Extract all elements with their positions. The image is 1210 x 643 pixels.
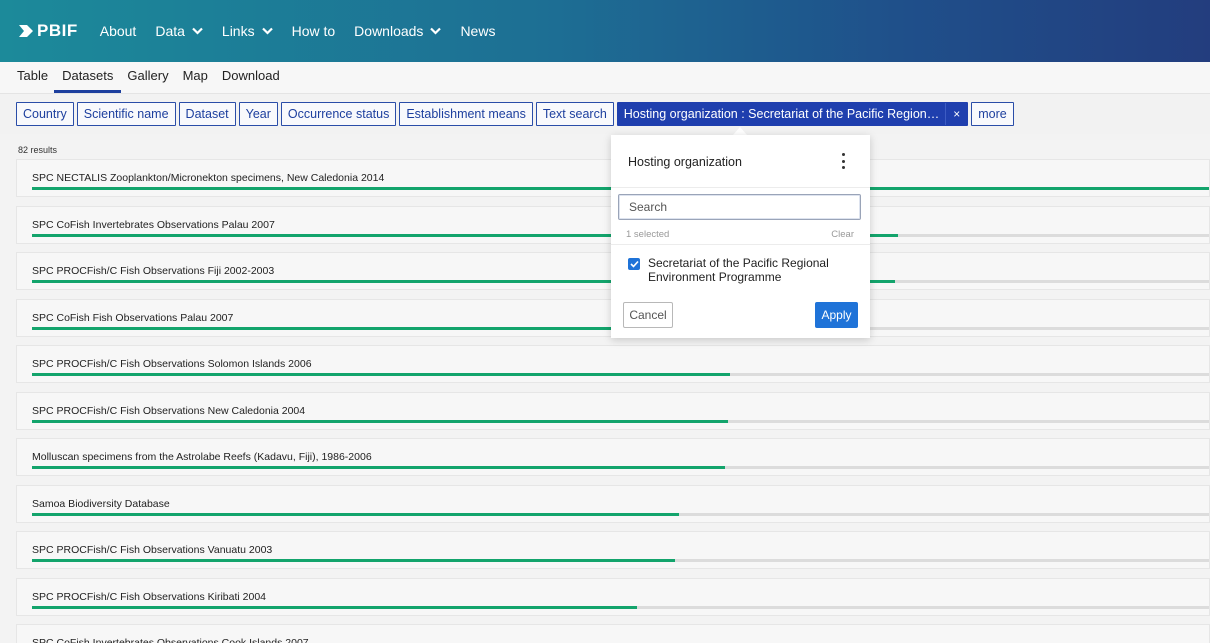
popover-pointer [733, 127, 747, 135]
option-secretariat-pacific[interactable]: Secretariat of the Pacific Regional Envi… [628, 256, 838, 284]
results-count: 82 results [18, 145, 58, 155]
search-input[interactable] [618, 194, 861, 220]
divider [611, 244, 870, 245]
apply-button[interactable]: Apply [815, 302, 858, 328]
dataset-title[interactable]: SPC CoFish Invertebrates Observations Co… [32, 637, 309, 643]
filter-chip-country[interactable]: Country [16, 102, 74, 126]
filter-chip-dataset[interactable]: Dataset [178, 102, 236, 126]
logo-chevron-icon [19, 25, 33, 37]
kebab-menu-icon[interactable] [840, 153, 846, 169]
list-item[interactable]: SPC CoFish Invertebrates Observations Co… [16, 624, 1210, 643]
nav-item-news[interactable]: News [460, 23, 495, 39]
dataset-title[interactable]: SPC PROCFish/C Fish Observations Vanuatu… [32, 544, 272, 556]
dataset-title[interactable]: Samoa Biodiversity Database [32, 498, 170, 510]
record-count-bar [32, 512, 1209, 516]
nav-item-label: Downloads [354, 23, 424, 39]
selected-count: 1 selected [626, 229, 670, 240]
filter-chip-scientific-name[interactable]: Scientific name [76, 102, 176, 126]
record-count-bar-fill [32, 466, 726, 469]
filter-bar: Country Scientific name Dataset Year Occurre… [0, 94, 1210, 134]
nav-item-label: How to [291, 23, 336, 39]
checkbox-checked-icon[interactable] [628, 258, 640, 270]
dataset-title[interactable]: SPC PROCFish/C Fish Observations Fiji 20… [32, 265, 274, 277]
nav-item-label: Data [155, 23, 185, 39]
nav-item-about[interactable]: About [100, 23, 137, 39]
top-nav-bar: PBIF About Data Links How to Downloads News [0, 0, 1210, 62]
chevron-down-icon [261, 27, 273, 35]
dataset-title[interactable]: SPC CoFish Invertebrates Observations Pa… [32, 219, 275, 231]
divider [611, 187, 870, 188]
record-count-bar [32, 466, 1209, 469]
tab-map[interactable]: Map [183, 68, 208, 93]
list-item[interactable]: Samoa Biodiversity Database [16, 484, 1210, 523]
view-tabs: Table Datasets Gallery Map Download [0, 62, 1210, 94]
list-item[interactable]: SPC PROCFish/C Fish Observations Kiribat… [16, 577, 1210, 616]
list-item[interactable]: Molluscan specimens from the Astrolabe R… [16, 438, 1210, 476]
popover-title: Hosting organization [628, 155, 742, 169]
nav-item-links[interactable]: Links [222, 23, 273, 39]
record-count-bar [32, 605, 1209, 609]
nav-item-downloads[interactable]: Downloads [354, 23, 442, 39]
record-count-bar-fill [32, 419, 728, 423]
filter-chip-occurrence-status[interactable]: Occurrence status [280, 102, 397, 126]
cancel-button[interactable]: Cancel [623, 302, 673, 328]
nav-item-how-to[interactable]: How to [292, 23, 336, 39]
dataset-title[interactable]: SPC PROCFish/C Fish Observations New Cal… [32, 405, 305, 417]
record-count-bar [32, 373, 1209, 376]
nav-item-label: Links [221, 23, 255, 39]
nav-item-label: News [460, 23, 496, 39]
filter-chip-hosting-organization[interactable]: Hosting organization : Secretariat of th… [616, 102, 969, 126]
tab-datasets[interactable]: Datasets [54, 68, 122, 93]
record-count-bar-fill [32, 605, 637, 609]
more-filters-button[interactable]: more [971, 102, 1014, 126]
record-count-bar-fill [32, 559, 675, 562]
record-count-bar [32, 419, 1209, 423]
record-count-bar [32, 559, 1209, 562]
dataset-title[interactable]: SPC PROCFish/C Fish Observations Kiribat… [32, 591, 266, 603]
tab-table[interactable]: Table [17, 68, 48, 93]
chevron-down-icon [192, 27, 203, 35]
nav-item-label: About [99, 23, 137, 39]
logo-text: PBIF [37, 21, 78, 40]
option-label: Secretariat of the Pacific Regional Envi… [648, 256, 829, 284]
remove-filter-close-icon[interactable]: × [945, 103, 967, 125]
active-filter-label: Hosting organization : Secretariat of th… [623, 107, 940, 121]
filter-chip-establishment-means[interactable]: Establishment means [399, 102, 533, 126]
list-item[interactable]: SPC PROCFish/C Fish Observations New Cal… [16, 391, 1210, 430]
dataset-title[interactable]: Molluscan specimens from the Astrolabe R… [32, 451, 372, 463]
site-logo[interactable]: PBIF [18, 21, 78, 41]
tab-gallery[interactable]: Gallery [127, 68, 168, 93]
list-item[interactable]: SPC PROCFish/C Fish Observations Solomon… [16, 345, 1210, 383]
filter-chip-year[interactable]: Year [238, 102, 278, 126]
list-item[interactable]: SPC PROCFish/C Fish Observations Vanuatu… [16, 531, 1210, 569]
hosting-organization-popover: Hosting organization 1 selected Clear Se… [611, 135, 870, 338]
tab-download[interactable]: Download [222, 68, 280, 93]
dataset-title[interactable]: SPC NECTALIS Zooplankton/Micronekton spe… [32, 172, 384, 184]
record-count-bar-fill [32, 373, 730, 376]
nav-item-data[interactable]: Data [155, 23, 203, 39]
dataset-title[interactable]: SPC PROCFish/C Fish Observations Solomon… [32, 358, 312, 370]
chevron-down-icon [430, 27, 442, 35]
filter-chip-text-search[interactable]: Text search [535, 102, 614, 126]
record-count-bar-fill [32, 512, 680, 516]
clear-button[interactable]: Clear [831, 229, 854, 240]
dataset-title[interactable]: SPC CoFish Fish Observations Palau 2007 [32, 312, 233, 324]
